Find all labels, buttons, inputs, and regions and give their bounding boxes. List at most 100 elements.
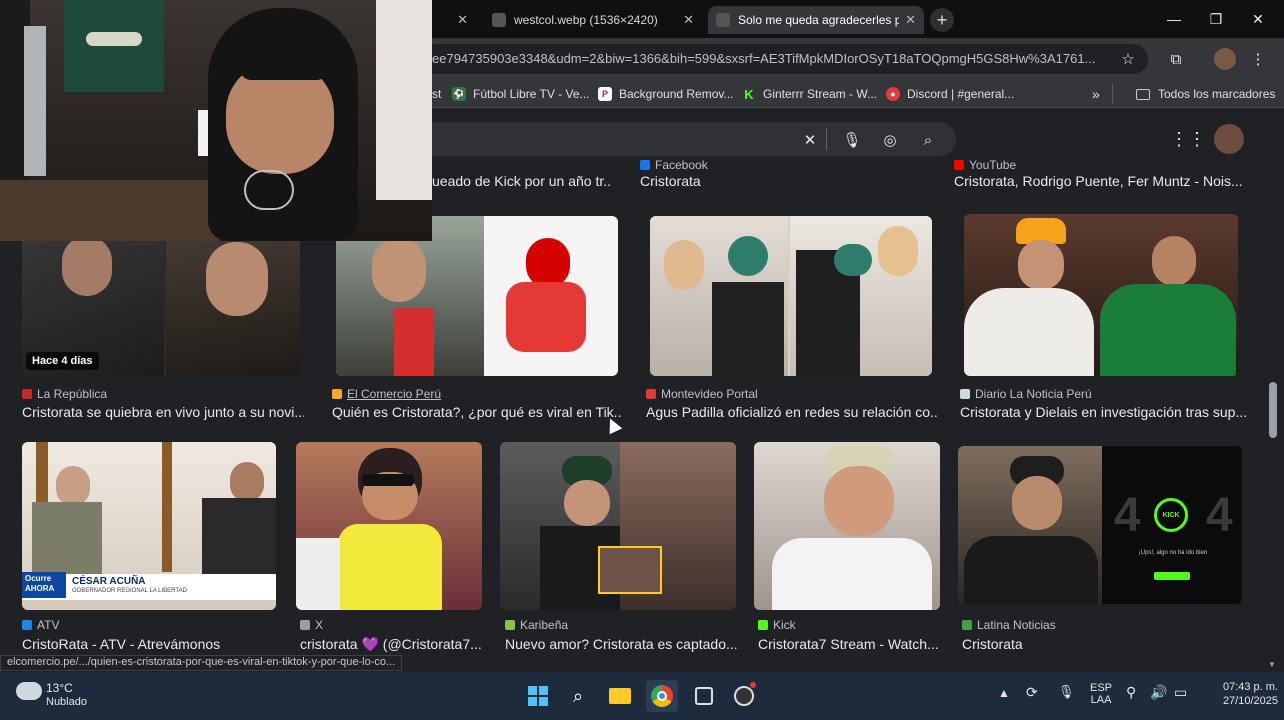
result-image[interactable]: 4 4 KICK ¡Ups!, algo no ha ido bien [958, 446, 1242, 604]
image-favicon-icon [492, 13, 506, 27]
result-image[interactable] [296, 442, 482, 610]
la-republica-icon [22, 389, 32, 399]
close-window-button[interactable]: ✕ [1240, 8, 1276, 30]
all-bookmarks-label: Todos los marcadores [1158, 87, 1276, 101]
maximize-button[interactable]: ❐ [1198, 8, 1234, 30]
clear-icon[interactable]: ✕ [798, 128, 822, 152]
chrome-icon[interactable] [646, 680, 678, 712]
bookmark-label: st [432, 87, 442, 101]
status-url: elcomercio.pe/.../quien-es-cristorata-po… [0, 655, 403, 671]
close-icon[interactable]: ✕ [457, 12, 468, 28]
lens-icon[interactable]: ◎ [878, 128, 902, 152]
menu-icon[interactable]: ⋮ [1246, 47, 1270, 71]
webcam-overlay [0, 0, 432, 241]
latina-icon [962, 620, 972, 630]
clock-time: 07:43 p. m. [1222, 681, 1278, 693]
result-source: Latina Noticias [962, 618, 1056, 632]
network-icon[interactable]: ⚲ [1126, 684, 1136, 701]
result-title[interactable]: Cristorata y Dielais en investigación tr… [960, 404, 1248, 420]
cloud-icon [16, 682, 42, 700]
result-source[interactable]: El Comercio Perú [332, 387, 441, 401]
bookmark-item[interactable]: P Background Remov... [598, 85, 734, 103]
bookmark-item[interactable]: ⚽ Fútbol Libre TV - Ve... [452, 85, 590, 103]
language-indicator[interactable]: ESP LAA [1090, 682, 1112, 706]
apps-grid-icon[interactable]: ⋮⋮ [1170, 127, 1206, 151]
bookmark-item[interactable]: ● Discord | #general... [886, 85, 1014, 103]
result-image[interactable] [964, 214, 1238, 376]
search-input[interactable] [400, 122, 956, 156]
result-title[interactable]: ueado de Kick por un año tr... [432, 173, 612, 189]
profile-avatar[interactable] [1214, 48, 1236, 70]
bookmark-item[interactable]: K Ginterrr Stream - W... [742, 85, 877, 103]
microphone-icon[interactable]: 🎙 [1058, 684, 1075, 700]
result-image[interactable] [650, 216, 932, 376]
minimize-button[interactable]: — [1156, 8, 1192, 30]
result-title[interactable]: Cristorata se quiebra en vivo junto a su… [22, 404, 304, 420]
result-source: La República [22, 387, 107, 401]
karibena-icon [505, 620, 515, 630]
url-text: ee794735903e3348&udm=2&biw=1366&bih=599&… [432, 51, 1096, 66]
sync-icon[interactable]: ⟳ [1026, 684, 1038, 701]
search-icon[interactable]: ⌕ [562, 680, 594, 712]
result-image[interactable]: Ocurre AHORA CÉSAR ACUÑA GOBERNADOR REGI… [22, 442, 276, 610]
tab-label: westcol.webp (1536×2420) [514, 13, 658, 27]
result-title[interactable]: Cristorata [640, 173, 930, 189]
search-divider [826, 128, 827, 150]
result-source: Montevideo Portal [646, 387, 758, 401]
close-icon[interactable]: ✕ [683, 12, 694, 28]
result-source: Facebook [640, 158, 708, 172]
result-image[interactable] [500, 442, 736, 610]
error-digit: 4 [1114, 489, 1141, 542]
tab-westcol[interactable]: westcol.webp (1536×2420) ✕ [484, 6, 702, 34]
discord-icon: ● [886, 87, 900, 101]
bookmarks-divider [1112, 84, 1113, 104]
result-source: Karibeña [505, 618, 568, 632]
folder-icon [1136, 88, 1150, 100]
new-tab-button[interactable]: + [930, 8, 954, 32]
ocurre-ahora-tag: Ocurre AHORA [22, 572, 66, 598]
result-image[interactable] [754, 442, 940, 610]
account-avatar[interactable] [1214, 124, 1244, 154]
bookmark-label: Fútbol Libre TV - Ve... [473, 87, 590, 101]
result-title[interactable]: Cristorata [962, 636, 1162, 652]
result-title[interactable]: Agus Padilla oficializó en redes su rela… [646, 404, 938, 420]
snipping-tool-icon[interactable] [688, 680, 720, 712]
result-title[interactable]: Nuevo amor? Cristorata es captado... [505, 636, 739, 652]
error-message: ¡Ups!, algo no ha ido bien [1138, 550, 1208, 556]
volume-icon[interactable]: 🔊 [1150, 684, 1167, 701]
chevron-up-icon[interactable]: ▲ [998, 686, 1010, 700]
close-icon[interactable]: ✕ [905, 12, 916, 28]
result-title[interactable]: CristoRata - ATV - Atrevámonos [22, 636, 292, 652]
recording-dot-icon [750, 682, 756, 688]
error-digit: 4 [1206, 489, 1233, 542]
result-source: X [300, 618, 323, 632]
weather-desc: Nublado [46, 696, 87, 708]
extensions-icon[interactable]: ⧉ [1164, 47, 1188, 71]
page-favicon-icon [716, 13, 730, 27]
file-explorer-icon[interactable] [604, 680, 636, 712]
result-title[interactable]: Cristorata, Rodrigo Puente, Fer Muntz - … [954, 173, 1244, 189]
bookmark-item[interactable]: st [432, 85, 441, 103]
lower-third-name: CÉSAR ACUÑA [72, 576, 146, 587]
result-title[interactable]: cristorata 💜 (@Cristorata7... [300, 636, 484, 653]
result-title[interactable]: Quién es Cristorata?, ¿por qué es viral … [332, 404, 622, 420]
tab-active[interactable]: Solo me queda agradecerles po ✕ [708, 6, 924, 34]
bookmark-label: Background Remov... [619, 87, 734, 101]
bookmarks-overflow-button[interactable]: » [1092, 85, 1100, 103]
scrollbar-thumb[interactable] [1269, 382, 1277, 438]
scroll-down-icon[interactable]: ▼ [1268, 660, 1276, 669]
kick-home-button [1154, 572, 1190, 580]
keyboard-layout: LAA [1090, 694, 1112, 706]
start-button[interactable] [522, 680, 554, 712]
clock-date: 27/10/2025 [1222, 695, 1278, 707]
montevideo-portal-icon [646, 389, 656, 399]
result-source: ATV [22, 618, 59, 632]
battery-icon[interactable]: ▭ [1174, 684, 1187, 701]
weather-temp: 13°C [46, 681, 73, 695]
microphone-icon[interactable]: 🎙 [840, 128, 864, 152]
clock[interactable]: 07:43 p. m. 27/10/2025 [1202, 681, 1278, 707]
all-bookmarks-button[interactable]: Todos los marcadores [1136, 85, 1275, 103]
search-icon[interactable]: ⌕ [916, 128, 940, 152]
bookmark-star-icon[interactable]: ☆ [1116, 47, 1140, 71]
result-title[interactable]: Cristorata7 Stream - Watch... [758, 636, 944, 652]
